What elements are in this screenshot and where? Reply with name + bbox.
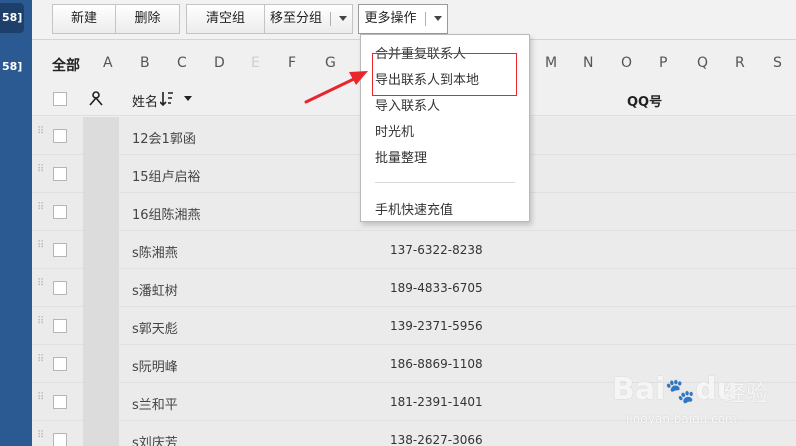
new-button[interactable]: 新建 xyxy=(52,4,116,34)
contact-phone: 186-8869-1108 xyxy=(390,357,483,371)
filter-letter-p[interactable]: P xyxy=(659,55,667,71)
contact-name[interactable]: s阮明峰 xyxy=(132,356,178,375)
clear-group-button[interactable]: 清空组 xyxy=(186,4,265,34)
move-to-group-label: 移至分组 xyxy=(269,11,322,26)
chevron-down-icon xyxy=(433,16,442,21)
avatar xyxy=(83,307,119,345)
contact-phone: 139-2371-5956 xyxy=(390,319,483,333)
annotation-highlight-box xyxy=(372,53,517,96)
filter-letter-n[interactable]: N xyxy=(583,55,593,71)
row-checkbox[interactable] xyxy=(53,167,67,181)
filter-letter-e: E xyxy=(251,55,260,71)
contact-phone: 137-6322-8238 xyxy=(390,243,483,257)
filter-letter-c[interactable]: C xyxy=(177,55,187,71)
qq-column-header[interactable]: QQ号 xyxy=(627,91,662,110)
avatar xyxy=(83,269,119,307)
row-checkbox[interactable] xyxy=(53,129,67,143)
contact-name[interactable]: 15组卢启裕 xyxy=(132,166,201,185)
select-all-checkbox[interactable] xyxy=(53,92,67,106)
drag-handle-icon[interactable]: ⠿ xyxy=(37,431,45,446)
drag-handle-icon[interactable]: ⠿ xyxy=(37,355,45,371)
more-operations-button[interactable]: 更多操作 xyxy=(358,4,448,34)
drag-handle-icon[interactable]: ⠿ xyxy=(37,165,45,181)
watermark-logo: Bai🐾du xyxy=(612,372,739,407)
avatar xyxy=(83,383,119,421)
drag-handle-icon[interactable]: ⠿ xyxy=(37,203,45,219)
chevron-down-icon[interactable] xyxy=(184,96,192,101)
avatar xyxy=(83,231,119,269)
table-row[interactable]: ⠿ s郭天彪 139-2371-5956 xyxy=(32,307,796,345)
avatar xyxy=(83,193,119,231)
contact-phone: 189-4833-6705 xyxy=(390,281,483,295)
drag-handle-icon[interactable]: ⠿ xyxy=(37,279,45,295)
chevron-down-icon xyxy=(339,16,347,21)
row-checkbox[interactable] xyxy=(53,357,67,371)
table-row[interactable]: ⠿ s陈湘燕 137-6322-8238 xyxy=(32,231,796,269)
drag-handle-icon[interactable]: ⠿ xyxy=(37,393,45,409)
more-operations-label: 更多操作 xyxy=(364,11,417,26)
watermark-text: 经验 xyxy=(724,382,769,407)
sidebar-badge-active[interactable]: 58] xyxy=(0,3,24,33)
person-icon xyxy=(89,91,103,106)
delete-button[interactable]: 删除 xyxy=(116,4,180,34)
table-row[interactable]: ⠿ s潘虹树 189-4833-6705 xyxy=(32,269,796,307)
contact-phone: 181-2391-1401 xyxy=(390,395,483,409)
row-checkbox[interactable] xyxy=(53,433,67,446)
contact-phone: 138-2627-3066 xyxy=(390,433,483,446)
filter-letter-q[interactable]: Q xyxy=(697,55,708,71)
sidebar-badge[interactable]: 58] xyxy=(0,52,24,82)
menu-item-phone-recharge[interactable]: 手机快速充值 xyxy=(375,199,453,218)
row-checkbox[interactable] xyxy=(53,205,67,219)
avatar xyxy=(83,345,119,383)
row-checkbox[interactable] xyxy=(53,243,67,257)
contact-name[interactable]: s潘虹树 xyxy=(132,280,178,299)
filter-letter-s[interactable]: S xyxy=(773,55,782,71)
drag-handle-icon[interactable]: ⠿ xyxy=(37,317,45,333)
filter-letter-d[interactable]: D xyxy=(214,55,225,71)
move-to-group-button[interactable]: 移至分组 xyxy=(265,4,353,34)
annotation-arrow-icon xyxy=(304,71,368,104)
filter-all[interactable]: 全部 xyxy=(52,55,80,75)
row-checkbox[interactable] xyxy=(53,395,67,409)
filter-letter-r[interactable]: R xyxy=(735,55,745,71)
menu-item-import-contacts[interactable]: 导入联系人 xyxy=(375,95,440,114)
row-checkbox[interactable] xyxy=(53,281,67,295)
row-checkbox[interactable] xyxy=(53,319,67,333)
avatar xyxy=(83,117,119,155)
watermark-url: jingyan.baidu.com xyxy=(626,412,737,426)
left-sidebar: 58] 58] xyxy=(0,0,32,446)
contact-name[interactable]: s陈湘燕 xyxy=(132,242,178,261)
filter-letter-o[interactable]: O xyxy=(621,55,632,71)
avatar xyxy=(83,421,119,446)
baidu-jingyan-watermark: Bai🐾du 经验 jingyan.baidu.com xyxy=(612,372,796,446)
sort-icon[interactable] xyxy=(160,91,174,107)
filter-letter-m[interactable]: M xyxy=(545,55,557,71)
contact-name[interactable]: s郭天彪 xyxy=(132,318,178,337)
contact-name[interactable]: s刘庆芳 xyxy=(132,432,178,446)
menu-item-time-machine[interactable]: 时光机 xyxy=(375,121,414,140)
filter-letter-a[interactable]: A xyxy=(103,55,113,71)
menu-divider xyxy=(375,182,515,183)
drag-handle-icon[interactable]: ⠿ xyxy=(37,127,45,143)
filter-letter-b[interactable]: B xyxy=(140,55,150,71)
drag-handle-icon[interactable]: ⠿ xyxy=(37,241,45,257)
contact-name[interactable]: s兰和平 xyxy=(132,394,178,413)
menu-item-batch-organize[interactable]: 批量整理 xyxy=(375,147,427,166)
contact-name[interactable]: 12会1郭函 xyxy=(132,128,196,147)
avatar xyxy=(83,155,119,193)
name-column-header[interactable]: 姓名 xyxy=(132,91,158,110)
filter-letter-f[interactable]: F xyxy=(288,55,296,71)
contact-name[interactable]: 16组陈湘燕 xyxy=(132,204,201,223)
